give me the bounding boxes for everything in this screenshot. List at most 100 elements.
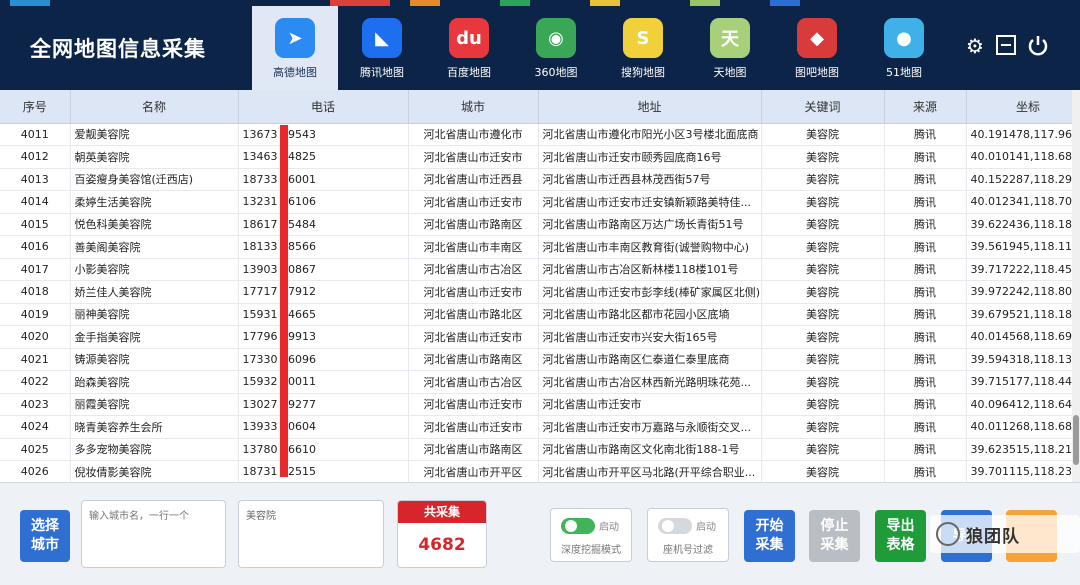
table-cell: 河北省唐山市丰南区 — [408, 235, 539, 259]
results-table: 序号 名称 电话 城市 地址 关键词 来源 坐标 4011 爱靓美容院 13673 99543 河北… — [0, 90, 1080, 482]
table-row[interactable]: 4023 丽霞美容院 13027 39277 河北省唐山市迁安市 河北省唐山市迁安市 美容… — [0, 393, 1080, 416]
table-cell: 河北省唐山市路南区仁泰道仁泰里底商 — [538, 348, 762, 371]
table-cell: 腾讯 — [884, 123, 967, 146]
column-header[interactable]: 地址 — [538, 90, 762, 124]
table-cell: 39.623515,118.21708 — [966, 438, 1080, 461]
map-tab-7[interactable]: ● 51地图 — [861, 6, 947, 90]
table-cell: 15931 04665 — [238, 303, 409, 326]
table-row[interactable]: 4025 多多宠物美容院 13780 56610 河北省唐山市路南区 河北省唐山市路南区… — [0, 438, 1080, 461]
map-tab-6[interactable]: ◆ 图吧地图 — [774, 6, 860, 90]
deep-mode-toggle[interactable]: 启动 深度挖掘模式 — [550, 508, 632, 562]
table-cell: 河北省唐山市迁安市兴安大街165号 — [538, 325, 762, 349]
collected-counter: 共采集 4682 — [397, 500, 487, 568]
table-row[interactable]: 4012 朝英美容院 13463 14825 河北省唐山市迁安市 河北省唐山市迁安市颐秀… — [0, 145, 1080, 169]
city-input[interactable] — [81, 500, 226, 568]
redaction-bar — [280, 125, 288, 477]
deep-mode-switch[interactable] — [561, 518, 595, 534]
power-icon[interactable] — [1026, 34, 1050, 58]
map-tab-label: 百度地图 — [447, 66, 491, 79]
counter-title: 共采集 — [398, 501, 486, 523]
column-header[interactable]: 序号 — [0, 90, 71, 124]
table-row[interactable]: 4022 跆森美容院 15932 30011 河北省唐山市古冶区 河北省唐山市古冶区林西… — [0, 370, 1080, 394]
map-tab-2[interactable]: du 百度地图 — [426, 6, 512, 90]
column-header[interactable]: 城市 — [408, 90, 539, 124]
keyword-input[interactable]: 美容院 — [238, 500, 384, 568]
table-cell: 4011 — [0, 123, 71, 146]
table-cell: 39.594318,118.13309 — [966, 348, 1080, 371]
map-tab-label: 腾讯地图 — [360, 66, 404, 79]
table-cell: 4024 — [0, 415, 71, 439]
table-row[interactable]: 4018 娇兰佳人美容院 17717 77912 河北省唐山市迁安市 河北省唐山市迁安市… — [0, 280, 1080, 304]
table-cell: 河北省唐山市迁西县林茂西街57号 — [538, 168, 762, 191]
table-cell: 娇兰佳人美容院 — [70, 280, 239, 304]
table-cell: 4022 — [0, 370, 71, 394]
chat-bubble-icon — [936, 522, 960, 546]
table-cell: 13463 14825 — [238, 145, 409, 169]
table-cell: 4012 — [0, 145, 71, 169]
table-row[interactable]: 4021 铸源美容院 17330 56096 河北省唐山市路南区 河北省唐山市路南区仁泰… — [0, 348, 1080, 371]
column-header[interactable]: 坐标 — [966, 90, 1080, 124]
table-cell: 40.010141,118.68595 — [966, 145, 1080, 169]
sogou-map-icon: S — [623, 18, 663, 58]
column-header[interactable]: 关键词 — [761, 90, 885, 124]
table-cell: 39.622436,118.18499 — [966, 213, 1080, 236]
watermark: 狼团队 — [930, 515, 1080, 553]
stop-collect-button[interactable]: 停止 采集 — [809, 510, 860, 562]
column-header[interactable]: 电话 — [238, 90, 409, 124]
table-cell: 河北省唐山市遵化市 — [408, 123, 539, 146]
table-cell: 4023 — [0, 393, 71, 416]
select-city-button[interactable]: 选择 城市 — [20, 510, 70, 562]
map-tab-1[interactable]: ◣ 腾讯地图 — [339, 6, 425, 90]
table-cell: 河北省唐山市迁安市 — [408, 393, 539, 416]
table-row[interactable]: 4015 悦色科美美容院 18617 35484 河北省唐山市路南区 河北省唐山市路南区… — [0, 213, 1080, 236]
360-map-icon: ◉ — [536, 18, 576, 58]
table-row[interactable]: 4014 柔婷生活美容院 13231 56106 河北省唐山市迁安市 河北省唐山市迁安市… — [0, 190, 1080, 214]
map-tab-5[interactable]: 天天地图 — [687, 6, 773, 90]
gear-icon[interactable]: ⚙ — [963, 34, 987, 58]
landline-filter-switch[interactable] — [658, 518, 692, 534]
table-row[interactable]: 4011 爱靓美容院 13673 99543 河北省唐山市遵化市 河北省唐山市遵化市阳光… — [0, 123, 1080, 146]
table-row[interactable]: 4016 善美阁美容院 18133 58566 河北省唐山市丰南区 河北省唐山市丰南区教… — [0, 235, 1080, 259]
table-cell: 腾讯 — [884, 280, 967, 304]
scrollbar-thumb[interactable] — [1073, 415, 1079, 465]
table-cell: 4016 — [0, 235, 71, 259]
table-row[interactable]: 4017 小影美容院 13903 30867 河北省唐山市古冶区 河北省唐山市古冶区新林… — [0, 258, 1080, 281]
table-cell: 美容院 — [761, 325, 885, 349]
table-row[interactable]: 4019 丽神美容院 15931 04665 河北省唐山市路北区 河北省唐山市路北区都市… — [0, 303, 1080, 326]
column-header[interactable]: 来源 — [884, 90, 967, 124]
table-row[interactable]: 4024 晓青美容养生会所 13933 50604 河北省唐山市迁安市 河北省唐山市迁安… — [0, 415, 1080, 439]
table-cell: 腾讯 — [884, 415, 967, 439]
table-cell: 美容院 — [761, 280, 885, 304]
table-cell: 39.715177,118.44765 — [966, 370, 1080, 394]
table-row[interactable]: 4026 倪妆倩影美容院 18731 72515 河北省唐山市开平区 河北省唐山市开平区… — [0, 460, 1080, 482]
table-cell: 河北省唐山市迁安市 — [408, 190, 539, 214]
table-cell: 美容院 — [761, 258, 885, 281]
table-cell: 40.152287,118.29942 — [966, 168, 1080, 191]
start-collect-button[interactable]: 开始 采集 — [744, 510, 795, 562]
table-row[interactable]: 4013 百姿瘦身美容馆(迁西店) 18733 56001 河北省唐山市迁西县 河北省唐… — [0, 168, 1080, 191]
map-tab-4[interactable]: S 搜狗地图 — [600, 6, 686, 90]
table-cell: 40.011268,118.6856 — [966, 415, 1080, 439]
table-cell: 河北省唐山市路南区 — [408, 213, 539, 236]
table-cell: 17717 77912 — [238, 280, 409, 304]
table-cell: 河北省唐山市迁安市 — [408, 145, 539, 169]
table-cell: 18731 72515 — [238, 460, 409, 482]
table-cell: 爱靓美容院 — [70, 123, 239, 146]
table-cell: 腾讯 — [884, 258, 967, 281]
table-cell: 河北省唐山市迁安市颐秀园底商16号 — [538, 145, 762, 169]
tuba-map-icon: ◆ — [797, 18, 837, 58]
map-tab-3[interactable]: ◉ 360地图 — [513, 6, 599, 90]
table-cell: 腾讯 — [884, 213, 967, 236]
map-tab-0[interactable]: ➤ 高德地图 — [252, 6, 338, 90]
export-table-button[interactable]: 导出 表格 — [875, 510, 926, 562]
table-cell: 晓青美容养生会所 — [70, 415, 239, 439]
landline-filter-toggle[interactable]: 启动 座机号过滤 — [647, 508, 729, 562]
map-tab-label: 天地图 — [713, 66, 747, 79]
table-cell: 河北省唐山市古冶区 — [408, 258, 539, 281]
table-row[interactable]: 4020 金手指美容院 17796 39913 河北省唐山市迁安市 河北省唐山市迁安市兴… — [0, 325, 1080, 349]
51-map-icon: ● — [884, 18, 924, 58]
table-cell: 悦色科美美容院 — [70, 213, 239, 236]
column-header[interactable]: 名称 — [70, 90, 239, 124]
minimize-icon[interactable] — [994, 34, 1018, 58]
table-cell: 河北省唐山市古冶区新林楼118楼101号 — [538, 258, 762, 281]
